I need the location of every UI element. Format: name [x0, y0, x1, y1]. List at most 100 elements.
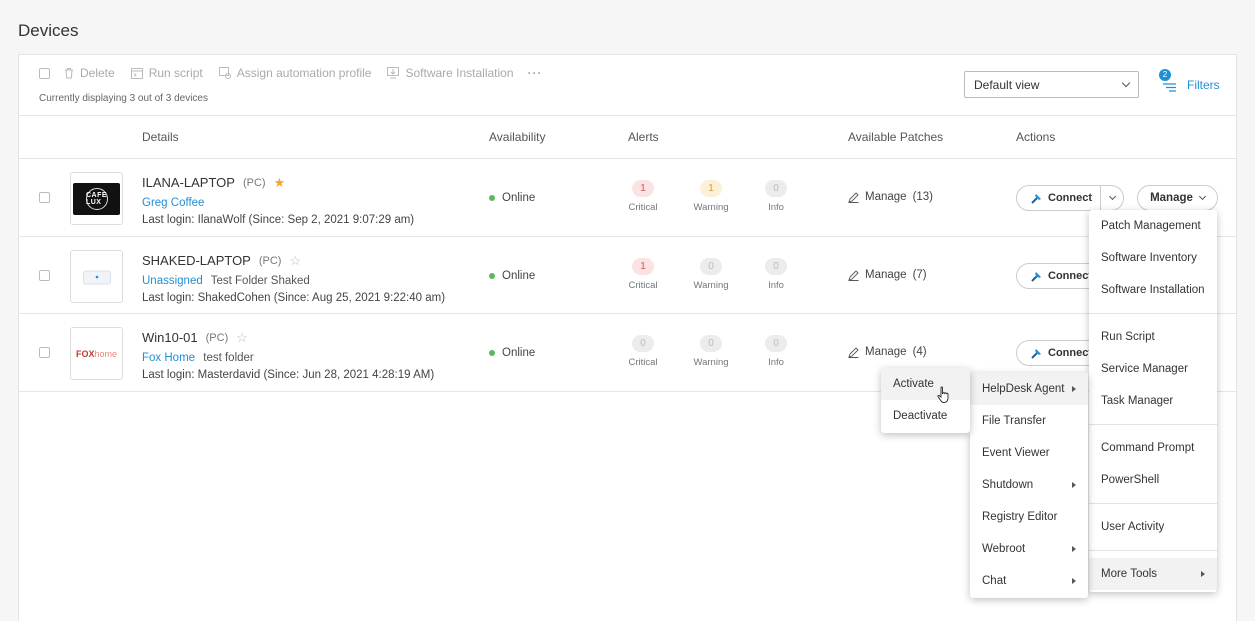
manage-patches-link[interactable]: Manage (13): [848, 191, 933, 203]
menu-item-helpdesk-agent[interactable]: HelpDesk Agent: [970, 373, 1088, 405]
run-script-button[interactable]: Run script: [130, 66, 203, 80]
patches-count: (13): [912, 191, 934, 203]
warning-alerts[interactable]: 1 Warning: [686, 180, 736, 213]
patches-count: (7): [912, 269, 927, 281]
menu-item-deactivate[interactable]: Deactivate: [881, 400, 970, 432]
menu-divider: [1089, 503, 1217, 504]
warning-alerts[interactable]: 0 Warning: [686, 335, 736, 368]
device-name[interactable]: Win10-01: [142, 330, 198, 345]
info-count: 0: [765, 180, 787, 197]
delete-label: Delete: [80, 66, 115, 80]
more-tools-submenu: HelpDesk Agent File Transfer Event Viewe…: [970, 373, 1088, 598]
menu-item-powershell[interactable]: PowerShell: [1089, 464, 1217, 496]
menu-item-task-manager[interactable]: Task Manager: [1089, 385, 1217, 417]
menu-item-user-activity[interactable]: User Activity: [1089, 511, 1217, 543]
menu-divider: [1089, 313, 1217, 314]
menu-divider: [1089, 550, 1217, 551]
menu-item-chat[interactable]: Chat: [970, 565, 1088, 597]
patches-label: Manage: [865, 269, 907, 281]
thumbnail-logo-text: FOX: [75, 348, 95, 359]
connect-split-button[interactable]: Connect: [1016, 185, 1124, 211]
connect-label: Connect: [1048, 270, 1092, 282]
menu-item-file-transfer[interactable]: File Transfer: [970, 405, 1088, 437]
device-name[interactable]: ILANA-LAPTOP: [142, 175, 235, 190]
info-count: 0: [765, 335, 787, 352]
manage-patches-link[interactable]: Manage (7): [848, 269, 927, 281]
menu-item-service-manager[interactable]: Service Manager: [1089, 353, 1217, 385]
device-thumbnail: CAFE LUX: [70, 172, 123, 225]
menu-item-registry-editor[interactable]: Registry Editor: [970, 501, 1088, 533]
critical-count: 0: [632, 335, 654, 352]
connect-icon: [1031, 349, 1041, 359]
software-installation-button[interactable]: Software Installation: [387, 66, 514, 80]
info-label: Info: [768, 280, 784, 291]
menu-item-activate[interactable]: Activate: [881, 368, 970, 400]
customer-link[interactable]: Greg Coffee: [142, 197, 204, 209]
trash-icon: [65, 68, 73, 79]
info-alerts[interactable]: 0 Info: [751, 335, 801, 368]
menu-item-more-tools[interactable]: More Tools: [1089, 558, 1217, 590]
critical-label: Critical: [628, 202, 658, 213]
view-select[interactable]: Default view: [964, 71, 1139, 98]
warning-alerts[interactable]: 0 Warning: [686, 258, 736, 291]
menu-divider: [1089, 424, 1217, 425]
info-alerts[interactable]: 0 Info: [751, 258, 801, 291]
bulk-toolbar: Delete Run script Assign automation prof…: [39, 65, 543, 81]
last-login: Last login: Masterdavid (Since: Jun 28, …: [142, 369, 435, 381]
connect-button[interactable]: Connect: [1017, 186, 1101, 210]
hand-cursor-icon: [937, 386, 949, 403]
filters-button[interactable]: 2 Filters: [1159, 69, 1220, 98]
helpdesk-agent-submenu: Activate Deactivate: [881, 368, 970, 433]
row-checkbox[interactable]: [39, 347, 50, 358]
folder-name: Test Folder Shaked: [210, 275, 310, 287]
critical-count: 1: [632, 258, 654, 275]
customer-link[interactable]: Fox Home: [142, 352, 195, 364]
pencil-icon: [848, 346, 859, 358]
profile-icon: [218, 67, 231, 79]
favorite-star-icon[interactable]: ☆: [236, 331, 248, 344]
customer-link[interactable]: Unassigned: [142, 275, 203, 287]
delete-button[interactable]: Delete: [64, 66, 115, 80]
critical-alerts[interactable]: 1 Critical: [618, 180, 668, 213]
manage-patches-link[interactable]: Manage (4): [848, 346, 927, 358]
availability-label: Online: [502, 270, 536, 282]
critical-alerts[interactable]: 1 Critical: [618, 258, 668, 291]
menu-item-patch-management[interactable]: Patch Management: [1089, 210, 1217, 242]
row-checkbox[interactable]: [39, 270, 50, 281]
menu-item-run-script[interactable]: Run Script: [1089, 321, 1217, 353]
connect-icon: [1031, 272, 1041, 282]
warning-count: 0: [700, 335, 722, 352]
chevron-down-icon: [1121, 78, 1131, 88]
menu-item-command-prompt[interactable]: Command Prompt: [1089, 432, 1217, 464]
info-label: Info: [768, 357, 784, 368]
connect-dropdown-toggle[interactable]: [1101, 192, 1123, 201]
more-actions-icon[interactable]: ···: [528, 66, 543, 80]
script-icon: [130, 67, 143, 79]
info-label: Info: [768, 202, 784, 213]
menu-item-software-inventory[interactable]: Software Inventory: [1089, 242, 1217, 274]
info-alerts[interactable]: 0 Info: [751, 180, 801, 213]
device-name[interactable]: SHAKED-LAPTOP: [142, 253, 251, 268]
critical-alerts[interactable]: 0 Critical: [618, 335, 668, 368]
menu-item-software-installation[interactable]: Software Installation: [1089, 274, 1217, 306]
menu-item-shutdown[interactable]: Shutdown: [970, 469, 1088, 501]
favorite-star-icon[interactable]: ☆: [289, 254, 301, 267]
device-type: (PC): [242, 176, 266, 189]
manage-menu: Patch Management Software Inventory Soft…: [1089, 210, 1217, 592]
thumbnail-logo-text: CAFE LUX: [85, 187, 108, 210]
availability-status: Online: [489, 192, 535, 204]
run-script-label: Run script: [148, 66, 203, 80]
menu-item-webroot[interactable]: Webroot: [970, 533, 1088, 565]
favorite-star-icon[interactable]: ★: [274, 176, 286, 189]
warning-count: 0: [700, 258, 722, 275]
table-row[interactable]: CAFE LUX ILANA-LAPTOP (PC) ★ Greg Coffee…: [19, 159, 1236, 237]
connect-label: Connect: [1048, 192, 1092, 204]
row-checkbox[interactable]: [39, 192, 50, 203]
chat-label: Chat: [982, 575, 1007, 587]
availability-label: Online: [502, 347, 536, 359]
menu-item-event-viewer[interactable]: Event Viewer: [970, 437, 1088, 469]
table-row[interactable]: SHAKED-LAPTOP (PC) ☆ Unassigned Test Fol…: [19, 237, 1236, 314]
select-all-checkbox[interactable]: [39, 67, 50, 79]
manage-button[interactable]: Manage: [1137, 185, 1218, 211]
assign-profile-button[interactable]: Assign automation profile: [218, 66, 371, 80]
